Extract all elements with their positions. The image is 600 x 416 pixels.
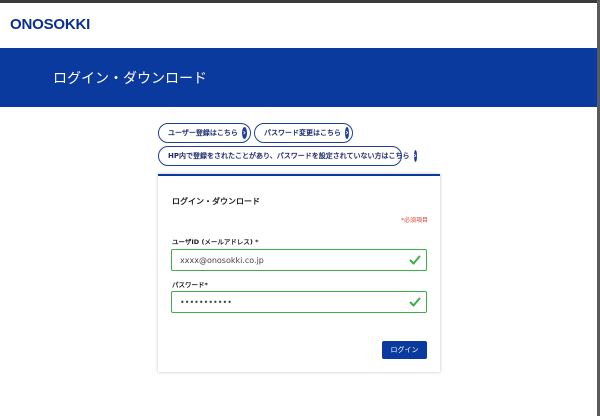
set-password-link[interactable]: HP内で登録をされたことがあり、パスワードを設定されていない方はこちら › — [158, 146, 417, 166]
valid-check-icon — [409, 297, 421, 307]
arrow-right-icon: › — [413, 150, 417, 162]
userid-input[interactable] — [172, 250, 400, 270]
arrow-right-icon: › — [241, 127, 247, 139]
password-field[interactable] — [171, 291, 427, 313]
valid-check-icon — [409, 255, 421, 265]
userid-label: ユーザID (メールアドレス) * — [172, 238, 259, 246]
page-title: ログイン・ダウンロード — [53, 71, 207, 87]
user-registration-label: ユーザー登録はこちら — [168, 129, 238, 137]
page-banner: ログイン・ダウンロード — [0, 48, 597, 107]
password-change-label: パスワード変更はこちら — [264, 129, 341, 137]
set-password-label: HP内で登録をされたことがあり、パスワードを設定されていない方はこちら — [168, 152, 410, 160]
window-top-border — [0, 0, 600, 3]
password-input[interactable] — [172, 292, 400, 312]
login-button[interactable]: ログイン — [382, 341, 427, 359]
password-label: パスワード* — [172, 281, 208, 289]
required-fields-note: *必須項目 — [400, 217, 428, 224]
onosokki-logo[interactable]: ONOSOKKI — [10, 16, 90, 33]
user-registration-link[interactable]: ユーザー登録はこちら › — [158, 123, 251, 143]
login-card: ログイン・ダウンロード *必須項目 ユーザID (メールアドレス) * パスワー… — [158, 174, 440, 372]
password-change-link[interactable]: パスワード変更はこちら › — [254, 123, 353, 143]
login-card-title: ログイン・ダウンロード — [172, 197, 260, 206]
arrow-right-icon: › — [345, 127, 349, 139]
userid-field[interactable] — [171, 249, 427, 271]
